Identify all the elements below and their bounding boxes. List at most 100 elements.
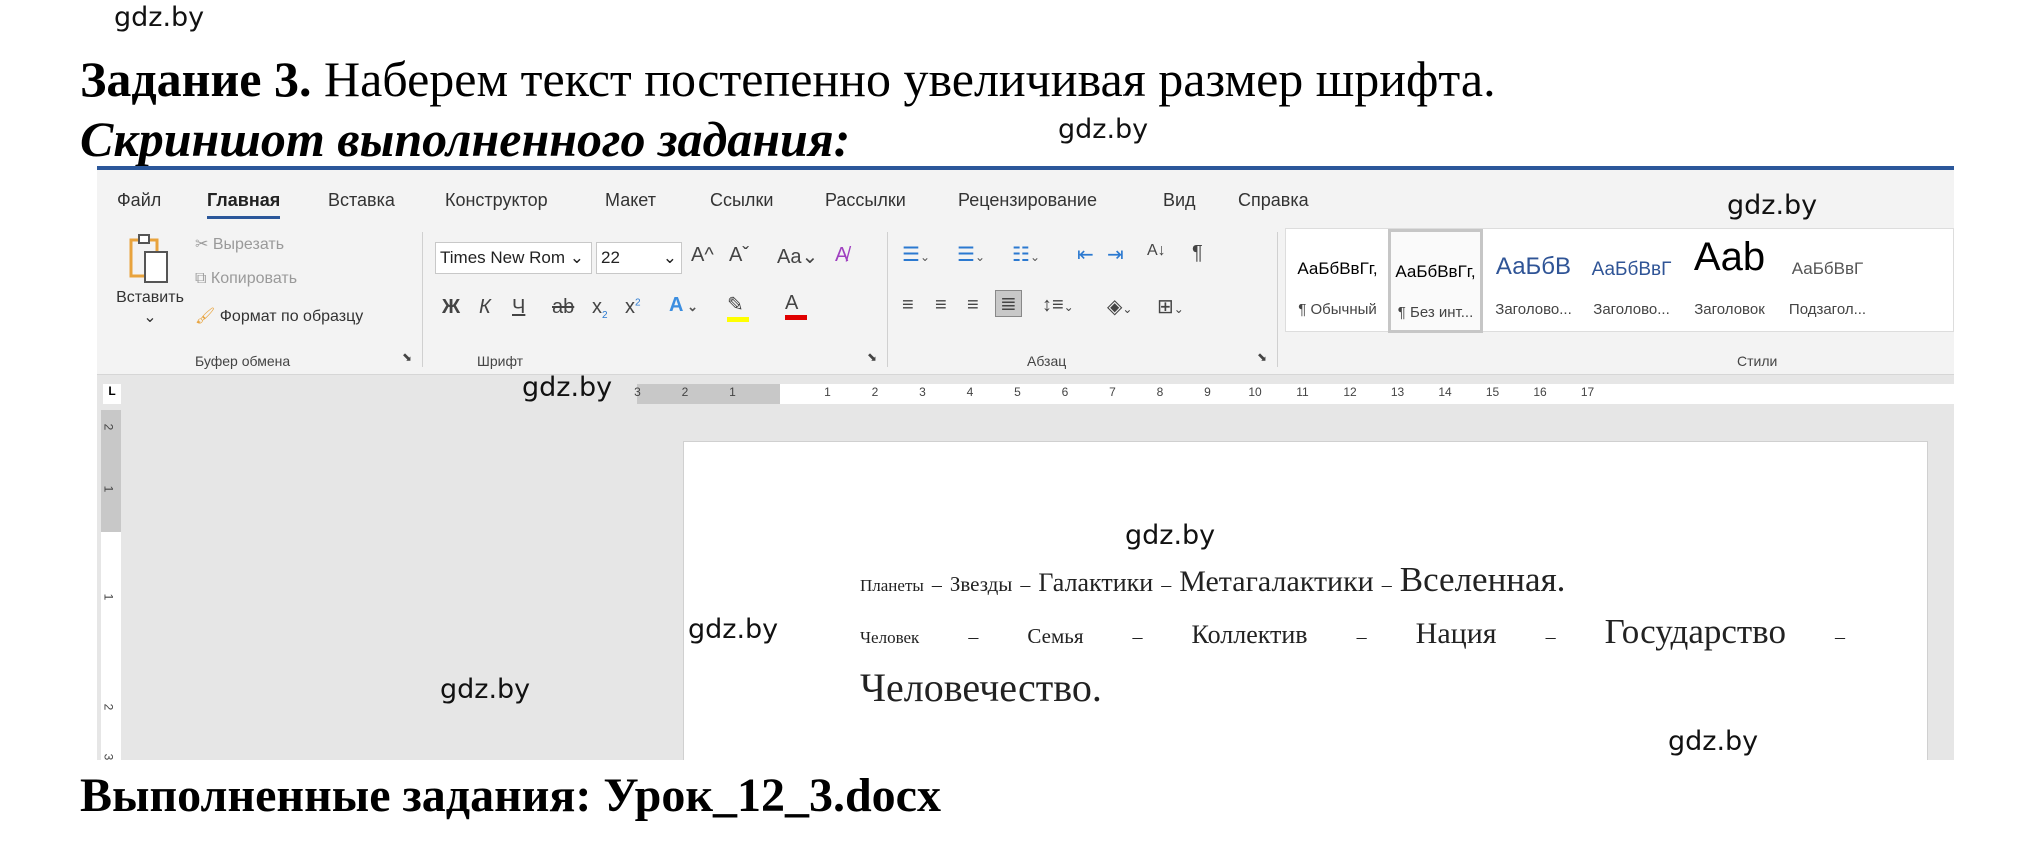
word: Коллектив	[1191, 620, 1308, 649]
group-separator	[887, 232, 888, 367]
horizontal-ruler[interactable]: 3 2 1 1 2 3 4 5 6 7 8 9 10 11 12 13 14 15 16 17	[634, 384, 1954, 404]
task-heading: Задание 3. Наберем текст постепенно увел…	[80, 50, 1496, 108]
style-no-spacing[interactable]: АаБбВвГг, ¶ Без инт...	[1388, 229, 1483, 333]
tab-mailings[interactable]: Рассылки	[825, 190, 906, 211]
ruler-number: 1	[824, 385, 831, 399]
group-label-font: Шрифт	[477, 353, 524, 369]
line-spacing-icon[interactable]: ↕≡⌄	[1042, 294, 1074, 317]
align-center-icon[interactable]: ≡	[935, 294, 947, 317]
ruler-number: 2	[681, 385, 689, 399]
group-separator	[422, 232, 423, 367]
word: Метагалактики	[1179, 565, 1374, 598]
group-separator	[1277, 232, 1278, 367]
increase-indent-icon[interactable]: ⇥	[1107, 242, 1124, 267]
font-size-select[interactable]: 22 ⌄	[596, 242, 682, 274]
style-name: Заголово...	[1495, 301, 1572, 318]
shrink-font-icon: A	[729, 244, 743, 266]
justify-icon[interactable]: ≣	[995, 290, 1022, 317]
style-heading-1[interactable]: АаБбВ Заголово...	[1486, 229, 1581, 333]
task-label: Задание 3.	[80, 51, 312, 107]
tab-insert[interactable]: Вставка	[328, 190, 395, 211]
style-name: Подзагол...	[1788, 301, 1867, 318]
font-color-icon: A	[785, 292, 799, 314]
text-effects-button[interactable]: A ⌄	[669, 294, 698, 317]
ruler-number: 14	[1438, 385, 1452, 399]
scissors-icon: ✂	[195, 236, 213, 253]
dash: –	[1835, 626, 1845, 648]
bullets-icon[interactable]: ☰⌄	[902, 242, 930, 267]
highlight-button[interactable]: ✎	[727, 292, 749, 322]
tab-file[interactable]: Файл	[117, 190, 161, 211]
style-heading-2[interactable]: АаБбВвГ Заголово...	[1584, 229, 1679, 333]
dialog-launcher-icon[interactable]: ⬊	[1257, 350, 1267, 364]
document-page[interactable]	[683, 441, 1928, 760]
superscript-button[interactable]: x2	[625, 296, 641, 319]
font-color-button[interactable]: A	[785, 292, 807, 320]
subscript-icon: x	[592, 296, 602, 318]
watermark: gdz.by	[114, 2, 205, 33]
ruler-number: 2	[101, 703, 116, 711]
tab-home[interactable]: Главная	[207, 190, 281, 219]
ribbon: Файл Главная Вставка Конструктор Макет С…	[97, 170, 1954, 375]
style-name: Заголовок	[1694, 301, 1765, 318]
align-left-icon[interactable]: ≡	[902, 294, 914, 317]
font-name-value: Times New Rom	[440, 248, 565, 267]
paste-label: Вставить	[116, 289, 184, 306]
tab-review[interactable]: Рецензирование	[958, 190, 1097, 211]
change-case-button[interactable]: Aa⌄	[777, 244, 818, 269]
show-marks-button[interactable]: ¶	[1192, 242, 1203, 265]
document-line-2: Человек – Семья – Коллектив – Нация – Госуда…	[860, 612, 1845, 652]
style-normal[interactable]: АаБбВвГг, ¶ Обычный	[1290, 229, 1385, 333]
group-label-styles: Стили	[1737, 353, 1778, 369]
ruler-number: 4	[966, 385, 974, 399]
tab-view[interactable]: Вид	[1163, 190, 1196, 211]
word: Звезды	[949, 572, 1013, 596]
underline-button[interactable]: Ч	[512, 296, 525, 319]
italic-button[interactable]: К	[479, 296, 491, 319]
tab-layout[interactable]: Макет	[605, 190, 656, 211]
clipboard-icon	[129, 234, 168, 283]
font-name-select[interactable]: Times New Rom ⌄	[435, 242, 592, 274]
ruler-number: 12	[1343, 385, 1357, 399]
style-preview: АаБбВвГг,	[1395, 262, 1476, 281]
style-title[interactable]: Aab Заголовок	[1682, 229, 1777, 333]
format-painter-button[interactable]: 🖌 Формат по образцу	[195, 306, 363, 326]
tab-references[interactable]: Ссылки	[710, 190, 773, 211]
copy-button[interactable]: ⧉ Копировать	[195, 270, 297, 288]
word: Государство	[1604, 612, 1786, 651]
strikethrough-button[interactable]: ab	[552, 296, 574, 319]
subscript-button[interactable]: x2	[592, 296, 608, 321]
word: Человек	[860, 628, 920, 647]
multilevel-list-icon[interactable]: ☷⌄	[1012, 242, 1040, 267]
shrink-font-button[interactable]: Aˇ	[729, 244, 749, 267]
clear-formatting-icon[interactable]: A̸	[835, 244, 848, 267]
watermark: gdz.by	[1668, 726, 1759, 757]
font-size-value: 22	[601, 248, 620, 267]
style-preview: АаБбВвГг,	[1297, 259, 1378, 278]
dialog-launcher-icon[interactable]: ⬊	[402, 350, 412, 364]
cut-button[interactable]: ✂ Вырезать	[195, 234, 284, 254]
bold-button[interactable]: Ж	[442, 296, 460, 319]
grow-font-button[interactable]: A^	[691, 244, 714, 267]
tab-design[interactable]: Конструктор	[445, 190, 548, 211]
dialog-launcher-icon[interactable]: ⬊	[867, 350, 877, 364]
ruler-number: 16	[1533, 385, 1547, 399]
word: Семья	[1027, 624, 1084, 648]
numbering-icon[interactable]: ☰⌄	[957, 242, 985, 267]
watermark: gdz.by	[440, 674, 531, 705]
borders-icon[interactable]: ⊞⌄	[1157, 294, 1184, 319]
tab-selector[interactable]: L	[103, 384, 121, 404]
align-right-icon[interactable]: ≡	[967, 294, 979, 317]
dash: –	[931, 574, 942, 596]
paste-button[interactable]: Вставить ⌄	[115, 232, 185, 327]
sort-button[interactable]: А↓	[1147, 242, 1166, 260]
format-painter-label: Формат по образцу	[219, 308, 364, 325]
ruler-number: 9	[1204, 385, 1211, 399]
tab-help[interactable]: Справка	[1238, 190, 1309, 211]
shading-icon[interactable]: ◈⌄	[1107, 294, 1132, 319]
decrease-indent-icon[interactable]: ⇤	[1077, 242, 1094, 267]
brush-icon: 🖌	[195, 308, 220, 325]
vertical-ruler[interactable]: 2 1 1 2 3	[101, 410, 121, 760]
style-subtitle[interactable]: АаБбВвГ Подзагол...	[1780, 229, 1875, 333]
watermark: gdz.by	[1727, 190, 1818, 221]
